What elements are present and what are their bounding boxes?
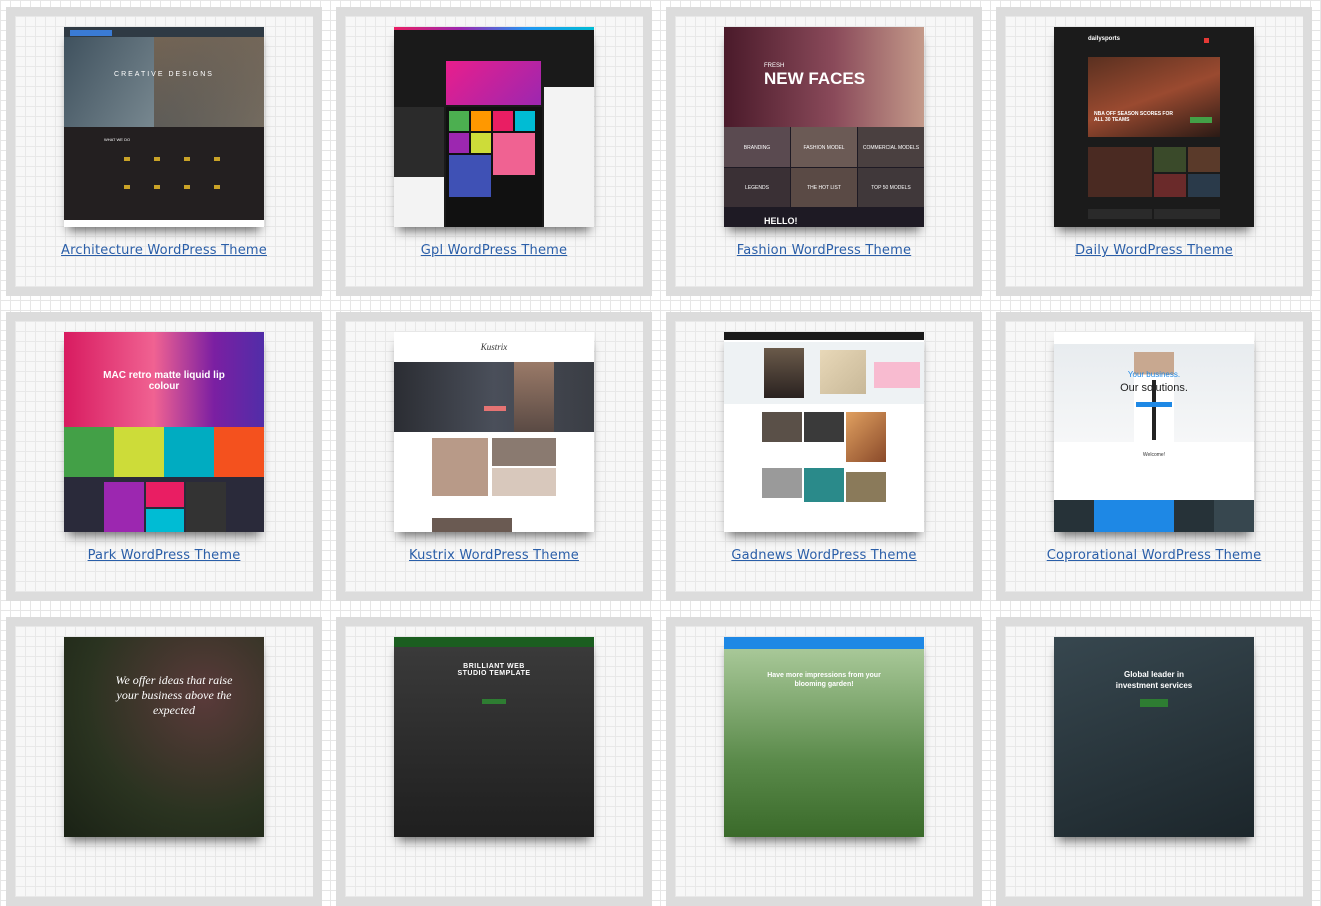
theme-thumbnail[interactable]: FRESH NEW FACES BRANDING FASHION MODEL C… [724,27,924,227]
thumb-headline: MAC retro matte liquid lip colour [103,370,225,392]
theme-card: BRILLIANT WEB STUDIO TEMPLATE [336,617,652,906]
theme-link[interactable]: Park WordPress Theme [15,548,313,563]
thumb-headline: We offer ideas that raise your business … [115,673,233,717]
theme-link[interactable]: Gpl WordPress Theme [345,243,643,258]
theme-link[interactable]: Fashion WordPress Theme [675,243,973,258]
theme-card: MAC retro matte liquid lip colour Park W… [6,312,322,601]
theme-link[interactable]: Architecture WordPress Theme [15,243,313,258]
thumb-headline: Global leader in investment services [1115,670,1193,690]
theme-link[interactable]: Coprorational WordPress Theme [1005,548,1303,563]
thumb-headline: BRILLIANT WEB STUDIO TEMPLATE [457,663,531,677]
theme-card: Have more impressions from your blooming… [666,617,982,906]
thumb-logo: dailysports [1088,36,1121,42]
theme-thumbnail[interactable]: We offer ideas that raise your business … [64,637,264,837]
thumb-headline: Our solutions. [1120,382,1188,394]
theme-thumbnail[interactable]: Global leader in investment services [1054,637,1254,837]
theme-card: Your business. Our solutions. Welcome! C… [996,312,1312,601]
theme-thumbnail[interactable]: BRILLIANT WEB STUDIO TEMPLATE [394,637,594,837]
theme-link[interactable]: Kustrix WordPress Theme [345,548,643,563]
thumb-headline: NBA OFF SEASON SCORES FOR ALL 30 TEAMS [1094,111,1173,123]
theme-link[interactable]: Gadnews WordPress Theme [675,548,973,563]
theme-card: CREATIVE DESIGNS WHAT WE DO Architecture… [6,7,322,296]
theme-thumbnail[interactable] [724,332,924,532]
theme-link[interactable]: Daily WordPress Theme [1005,243,1303,258]
thumb-label: FASHION MODEL [803,145,845,151]
thumb-label: LEGENDS [745,185,769,191]
thumb-footer: HELLO! [764,216,798,226]
theme-thumbnail[interactable]: MAC retro matte liquid lip colour [64,332,264,532]
thumb-tagline: Your business. [1127,370,1181,379]
theme-card: Gpl WordPress Theme [336,7,652,296]
theme-thumbnail[interactable]: CREATIVE DESIGNS WHAT WE DO [64,27,264,227]
thumb-subheading: WHAT WE DO [104,137,131,142]
theme-card: dailysports NBA OFF SEASON SCORES FOR AL… [996,7,1312,296]
thumb-welcome: Welcome! [1142,452,1166,458]
thumb-label: BRANDING [743,145,771,151]
thumb-headline: Have more impressions from your blooming… [767,672,881,688]
thumb-label: COMMERCIAL MODELS [862,145,920,151]
theme-card: Gadnews WordPress Theme [666,312,982,601]
theme-thumbnail[interactable]: Your business. Our solutions. Welcome! [1054,332,1254,532]
theme-card: We offer ideas that raise your business … [6,617,322,906]
theme-card: Kustrix Kustrix WordPress Theme [336,312,652,601]
theme-thumbnail[interactable]: Kustrix [394,332,594,532]
thumb-label: THE HOT LIST [807,185,841,191]
thumb-logo: Kustrix [480,342,508,352]
thumb-heading: NEW FACES [764,69,866,88]
thumb-heading: CREATIVE DESIGNS [114,71,214,78]
theme-thumbnail[interactable]: dailysports NBA OFF SEASON SCORES FOR AL… [1054,27,1254,227]
theme-thumbnail[interactable]: Have more impressions from your blooming… [724,637,924,837]
theme-card: FRESH NEW FACES BRANDING FASHION MODEL C… [666,7,982,296]
thumb-label: TOP 50 MODELS [871,185,911,191]
theme-card: Global leader in investment services [996,617,1312,906]
theme-thumbnail[interactable] [394,27,594,227]
